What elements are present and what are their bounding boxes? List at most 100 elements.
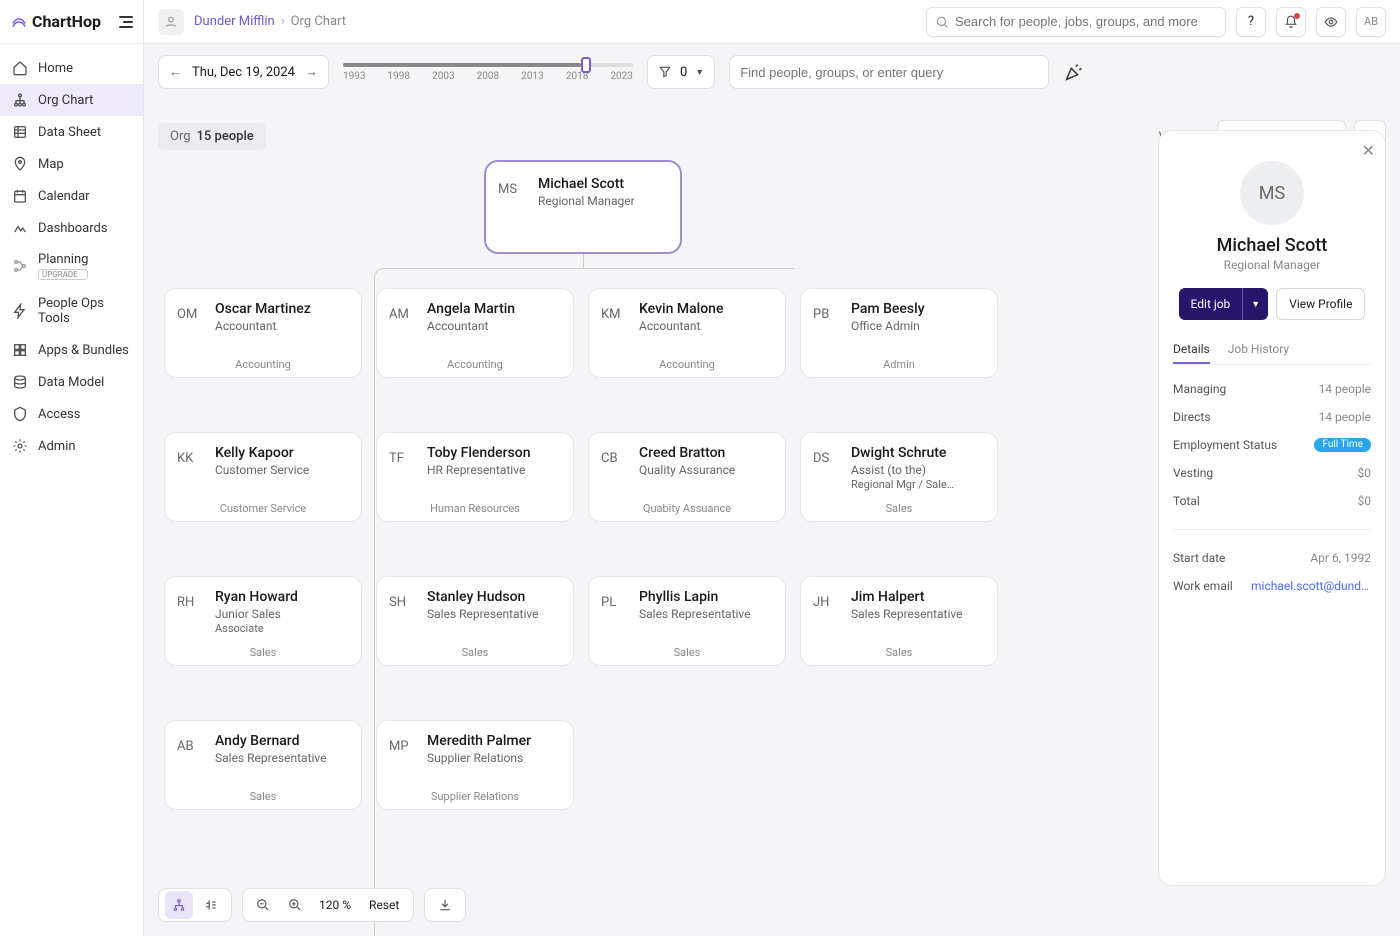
org-root-card[interactable]: MS Michael Scott Regional Manager [484,160,682,254]
status-badge: Full Time [1314,438,1371,452]
sidebar-item-planning[interactable]: Planning UPGRADE [0,244,143,288]
sidebar-item-dashboards[interactable]: Dashboards [0,212,143,244]
person-title: Regional Manager [538,194,668,208]
upgrade-badge: UPGRADE [38,269,88,280]
global-search[interactable] [926,7,1226,37]
date-prev-icon[interactable]: ← [169,64,182,80]
shield-icon [12,406,28,422]
person-card[interactable]: SHStanley HudsonSales RepresentativeSale… [376,576,574,666]
person-card[interactable]: PBPam BeeslyOffice AdminAdmin [800,288,998,378]
user-chip-icon[interactable] [158,9,184,35]
app-logo[interactable]: ChartHop [10,12,101,31]
view-compact-button[interactable] [197,891,225,919]
sidebar-item-access[interactable]: Access [0,398,143,430]
edit-job-button[interactable]: Edit job ▼ [1179,288,1269,320]
detail-key: Work email [1173,579,1233,593]
sidebar-item-apps-&-bundles[interactable]: Apps & Bundles [0,334,143,366]
view-profile-button[interactable]: View Profile [1276,288,1365,320]
download-button[interactable] [431,891,459,919]
close-icon[interactable]: ✕ [1362,141,1375,160]
person-name: Ryan Howard [215,589,349,605]
timeline-year: 1998 [388,71,410,82]
person-card[interactable]: JHJim HalpertSales RepresentativeSales [800,576,998,666]
sidebar-collapse-icon[interactable] [115,13,133,31]
eye-icon [1324,15,1338,29]
person-card[interactable]: AMAngela MartinAccountantAccounting [376,288,574,378]
date-picker[interactable]: ← Thu, Dec 19, 2024 → [158,55,329,89]
person-initials: TF [389,445,417,509]
chevron-down-icon[interactable]: ▼ [1242,288,1268,320]
sidebar-item-home[interactable]: Home [0,52,143,84]
detail-value: 14 people [1319,382,1371,396]
email-link[interactable]: michael.scott@dundermi… [1251,579,1371,593]
person-initials: DS [813,445,841,509]
sidebar-item-people-ops-tools[interactable]: People Ops Tools [0,288,143,334]
sidebar-item-org-chart[interactable]: Org Chart [0,84,143,116]
sidebar-item-admin[interactable]: Admin [0,430,143,462]
person-subtitle: Regional Mgr / Sale… [851,478,985,492]
celebrate-icon[interactable] [1063,61,1085,83]
person-subtitle: Associate [215,622,349,636]
plus-magnify-icon [288,898,302,912]
person-initials: PL [601,589,629,653]
breadcrumb-org[interactable]: Dunder Mifflin [194,14,275,29]
person-card[interactable]: KKKelly KapoorCustomer ServiceCustomer S… [164,432,362,522]
nav-label: People Ops Tools [38,296,131,326]
person-name: Angela Martin [427,301,561,317]
person-card[interactable]: DSDwight SchruteAssist (to the)Regional … [800,432,998,522]
view-tree-button[interactable] [165,891,193,919]
profile-avatar: MS [1240,161,1304,225]
person-dept: Sales [165,790,361,803]
detail-key: Managing [1173,382,1226,396]
filter-button[interactable]: 0 ▼ [647,55,715,89]
sidebar-item-data-model[interactable]: Data Model [0,366,143,398]
person-initials: PB [813,301,841,365]
person-card[interactable]: KMKevin MaloneAccountantAccounting [588,288,786,378]
global-search-input[interactable] [955,14,1217,29]
person-card[interactable]: CBCreed BrattonQuality AssuranceQuabity … [588,432,786,522]
nav-label: Planning [38,252,88,267]
person-card[interactable]: RHRyan HowardJunior SalesAssociateSales [164,576,362,666]
nav-label: Dashboards [38,221,108,236]
help-button[interactable]: ? [1236,7,1266,37]
person-dept: Customer Service [165,502,361,515]
detail-value: $0 [1358,466,1372,480]
timeline-handle[interactable] [581,57,591,73]
apps-icon [12,342,28,358]
person-card[interactable]: MPMeredith PalmerSupplier RelationsSuppl… [376,720,574,810]
person-card[interactable]: TFToby FlendersonHR RepresentativeHuman … [376,432,574,522]
person-card[interactable]: OMOscar MartinezAccountantAccounting [164,288,362,378]
detail-key: Vesting [1173,466,1213,480]
date-next-icon[interactable]: → [305,64,318,80]
visibility-button[interactable] [1316,7,1346,37]
org-count-pill[interactable]: Org 15 people [158,123,266,150]
person-title: Assist (to the) [851,463,985,477]
person-name: Michael Scott [538,176,668,192]
notifications-button[interactable] [1276,7,1306,37]
calendar-icon [12,188,28,204]
person-title: Junior Sales [215,607,349,621]
person-dept: Supplier Relations [377,790,573,803]
tab-details[interactable]: Details [1173,336,1210,364]
user-avatar[interactable]: AB [1356,7,1386,37]
person-card[interactable]: ABAndy BernardSales RepresentativeSales [164,720,362,810]
timeline-slider[interactable]: 1993199820032008201320182023 [343,55,633,89]
nav-label: Data Model [38,375,104,390]
zoom-out-button[interactable] [249,891,277,919]
sidebar-item-calendar[interactable]: Calendar [0,180,143,212]
query-input[interactable] [740,65,1038,80]
person-initials: MS [498,176,526,238]
tab-job-history[interactable]: Job History [1228,336,1289,364]
dashboard-icon [12,220,28,236]
zoom-in-button[interactable] [281,891,309,919]
person-name: Oscar Martinez [215,301,349,317]
person-dept: Admin [801,358,997,371]
nav-label: Calendar [38,189,90,204]
sidebar-item-data-sheet[interactable]: Data Sheet [0,116,143,148]
reset-button[interactable]: Reset [361,898,407,912]
sidebar-item-map[interactable]: Map [0,148,143,180]
person-name: Jim Halpert [851,589,985,605]
query-input-wrap[interactable] [729,55,1049,89]
person-card[interactable]: PLPhyllis LapinSales RepresentativeSales [588,576,786,666]
nav-label: Map [38,157,64,172]
